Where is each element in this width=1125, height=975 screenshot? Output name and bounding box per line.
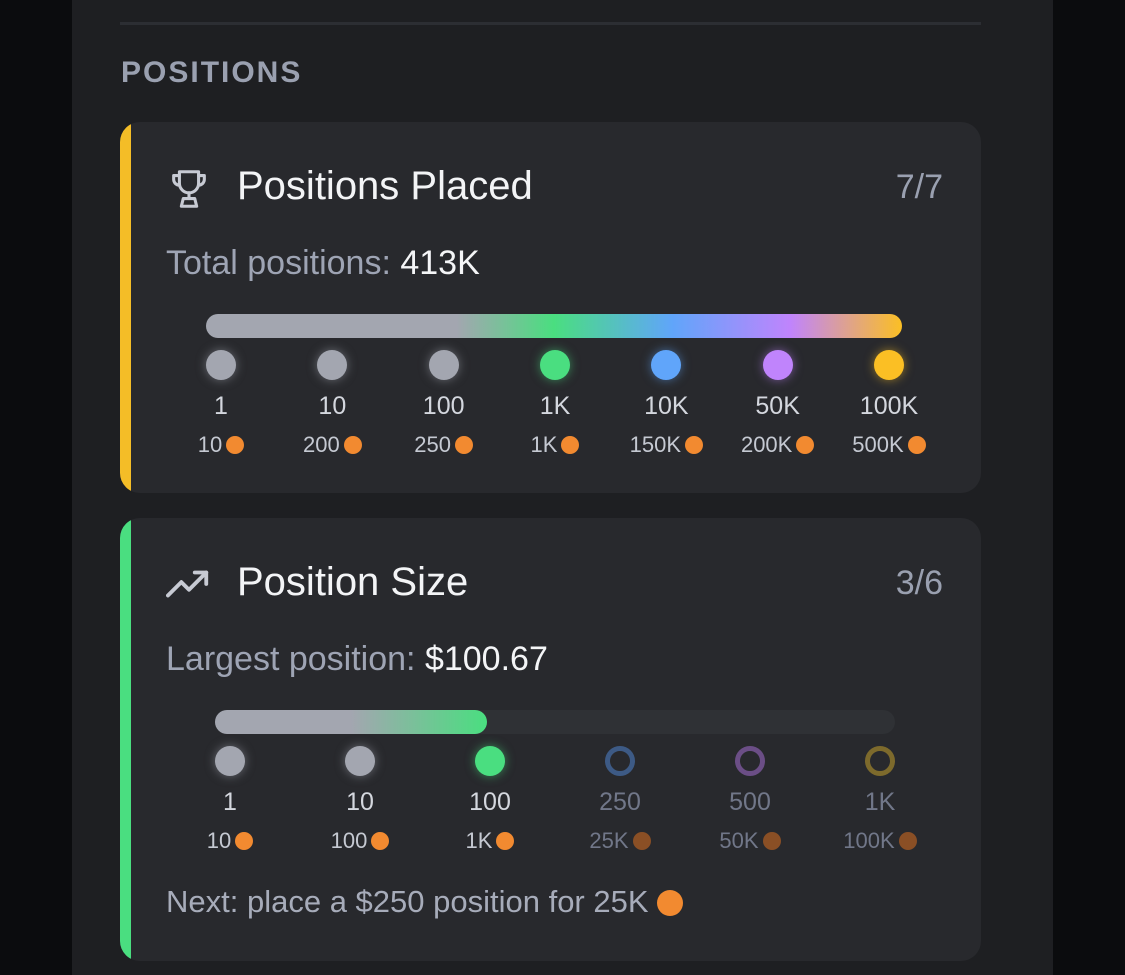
tier-label: 100	[469, 788, 511, 816]
tier-reward: 50K	[685, 828, 815, 854]
tier-dot-achieved	[475, 746, 505, 776]
tier-label: 1K	[864, 788, 896, 816]
card-accent	[120, 518, 131, 961]
tier-dot-locked	[865, 746, 895, 776]
tier-item: 1 10	[165, 746, 295, 854]
tier-reward-value: 50K	[719, 828, 759, 853]
coin-icon	[235, 832, 254, 850]
tier-reward-value: 500K	[852, 432, 904, 457]
tier-item: 100K 500K	[824, 350, 954, 458]
tier-reward-value: 150K	[629, 432, 682, 457]
tier-label: 1	[223, 788, 237, 816]
coin-icon	[898, 832, 917, 850]
tier-reward-value: 25K	[589, 828, 629, 853]
positions-placed-card[interactable]: Positions Placed 7/7 Total positions: 41…	[120, 122, 981, 493]
trophy-icon	[172, 170, 206, 208]
card-accent	[120, 122, 131, 493]
tier-dot-achieved	[428, 350, 459, 380]
tier-label: 500	[729, 788, 771, 816]
tier-dot-achieved	[651, 350, 682, 380]
largest-position-stat: Largest position: $100.67	[166, 640, 548, 679]
stat-value: 413K	[400, 244, 480, 282]
tier-reward: 100K	[815, 828, 945, 854]
coin-icon	[455, 436, 474, 454]
coin-icon	[561, 436, 580, 454]
coin-icon	[226, 436, 245, 454]
coin-icon	[496, 832, 515, 850]
tier-reward-value: 1K	[465, 828, 493, 853]
tier-reward: 100	[295, 828, 425, 854]
tier-item: 1K 100K	[815, 746, 945, 854]
tier-reward-value: 10	[206, 828, 232, 853]
tier-reward-value: 10	[197, 432, 223, 457]
tier-dot-locked	[735, 746, 765, 776]
card-title: Position Size	[237, 560, 469, 604]
stat-label: Largest position:	[166, 640, 416, 678]
stat-value: $100.67	[424, 640, 548, 678]
tier-dot-achieved	[540, 350, 570, 380]
tier-reward-value: 250	[414, 432, 452, 457]
tier-reward-value: 200	[302, 432, 340, 457]
tier-dot-achieved	[762, 350, 793, 380]
tier-reward: 1K	[425, 828, 555, 854]
tier-dot-achieved	[206, 350, 236, 380]
tier-reward-value: 200K	[740, 432, 793, 457]
tier-dot-achieved	[345, 746, 375, 776]
tier-reward-value: 100K	[843, 828, 895, 853]
tier-dot-achieved	[317, 350, 348, 380]
tier-dot-achieved	[874, 350, 904, 380]
tier-dot-locked	[605, 746, 635, 776]
tier-item: 500 50K	[685, 746, 815, 854]
section-title: POSITIONS	[121, 56, 303, 89]
tier-reward-value: 1K	[530, 432, 558, 457]
coin-icon	[343, 436, 362, 454]
coin-icon	[796, 436, 815, 454]
progress-fill	[215, 710, 487, 734]
tier-reward: 500K	[824, 432, 954, 458]
coin-icon	[685, 436, 704, 454]
tier-reward: 10	[165, 828, 295, 854]
divider	[120, 22, 981, 25]
tier-label: 10	[346, 788, 374, 816]
tier-item: 250 25K	[555, 746, 685, 854]
progress-fill	[206, 314, 902, 338]
coin-icon	[371, 832, 390, 850]
tier-dot-achieved	[215, 746, 245, 776]
coin-icon	[762, 832, 781, 850]
tier-label: 100K	[859, 392, 919, 420]
coin-icon	[632, 832, 651, 850]
next-goal-label: Next: place a $250 position for 25K	[166, 884, 649, 919]
coin-icon	[656, 890, 683, 916]
stat-label: Total positions:	[166, 244, 391, 282]
total-positions-stat: Total positions: 413K	[166, 244, 480, 283]
tier-label: 250	[599, 788, 641, 816]
trending-up-icon	[166, 570, 209, 598]
tier-item: 100 1K	[425, 746, 555, 854]
tier-reward: 25K	[555, 828, 685, 854]
tier-item: 10 100	[295, 746, 425, 854]
card-count: 7/7	[895, 168, 943, 206]
progress-track	[206, 314, 902, 338]
card-count: 3/6	[895, 564, 943, 602]
card-title: Positions Placed	[237, 164, 533, 208]
position-size-card[interactable]: Position Size 3/6 Largest position: $100…	[120, 518, 981, 961]
progress-track	[215, 710, 895, 734]
next-goal-text: Next: place a $250 position for 25K	[166, 884, 683, 920]
tier-reward-value: 100	[330, 828, 368, 853]
coin-icon	[907, 436, 926, 454]
positions-panel: POSITIONS Positions Placed 7/7 Total pos…	[72, 0, 1053, 975]
